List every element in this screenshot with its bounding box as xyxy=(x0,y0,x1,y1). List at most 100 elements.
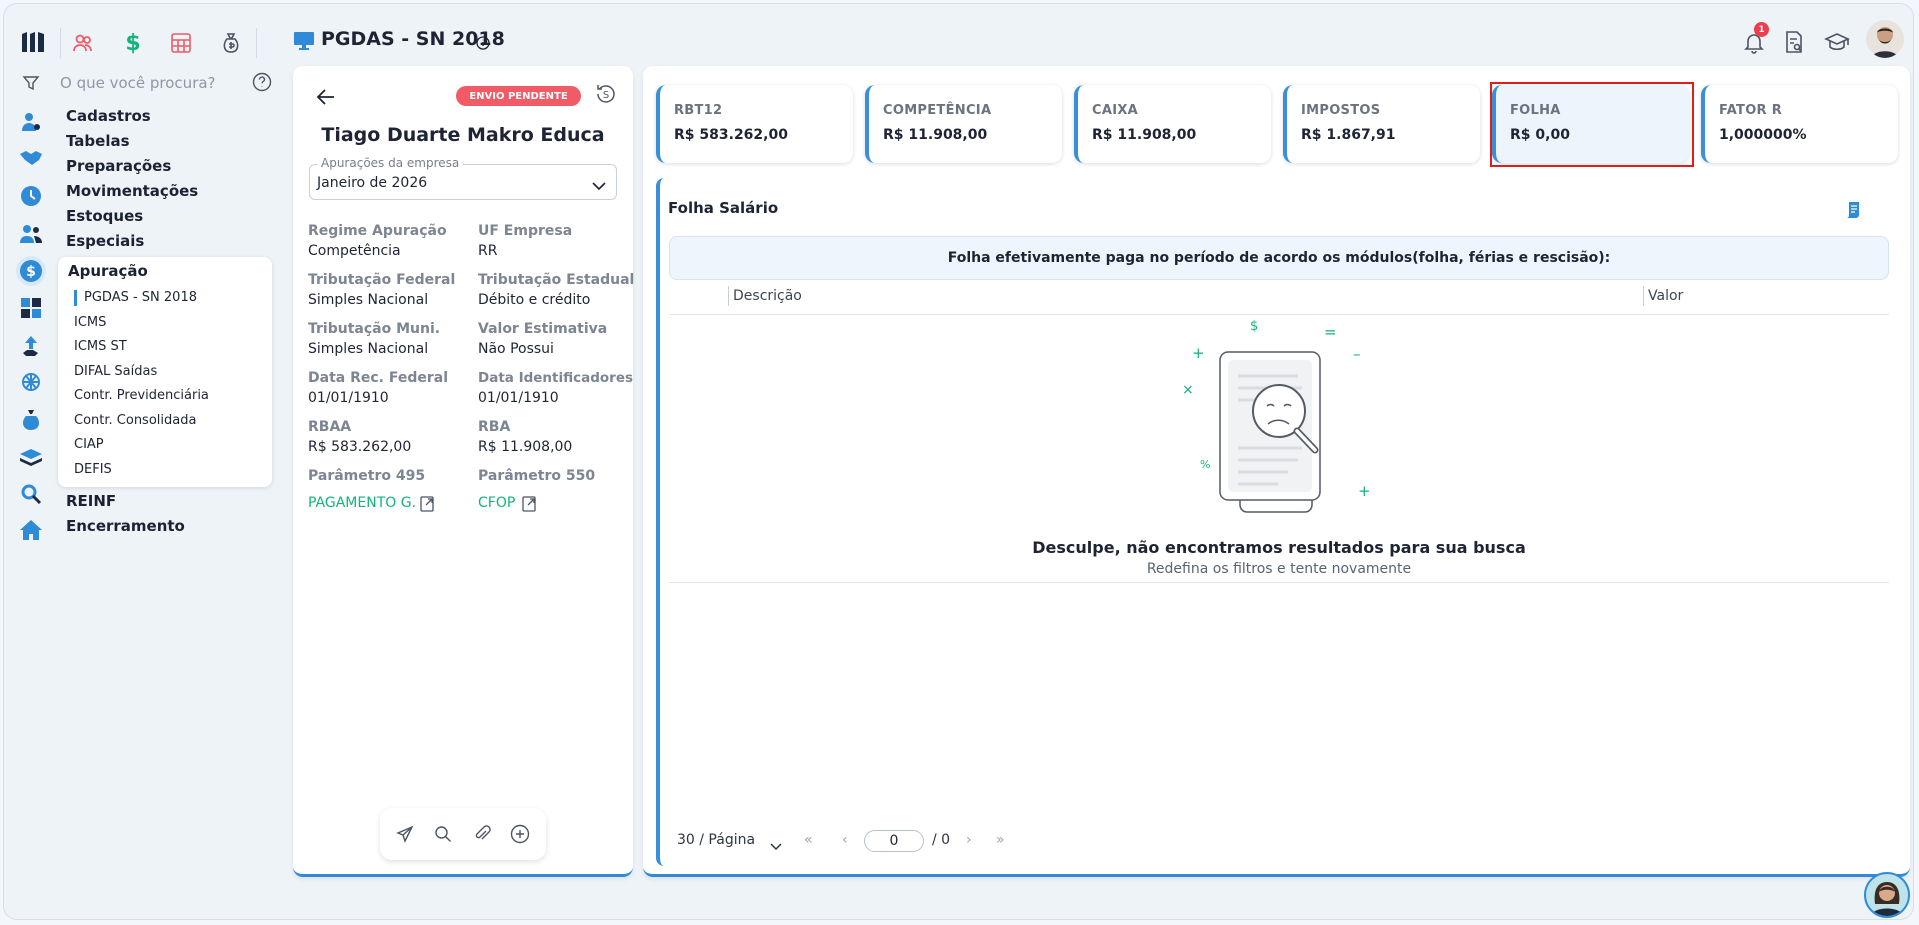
support-avatar[interactable] xyxy=(1864,872,1910,918)
chevron-down-icon[interactable] xyxy=(592,176,606,191)
submenu-icms-st[interactable]: ICMS ST xyxy=(74,339,127,354)
filter-icon[interactable] xyxy=(22,74,40,92)
app-logo[interactable] xyxy=(20,30,46,54)
calculator-icon[interactable] xyxy=(168,30,194,56)
add-circle-icon[interactable] xyxy=(510,824,530,844)
field-value: Não Possui xyxy=(478,341,554,357)
menu-especiais[interactable]: Especiais xyxy=(66,232,144,250)
highlight-box xyxy=(1490,82,1694,167)
help-icon[interactable] xyxy=(252,72,272,92)
divider xyxy=(60,28,61,58)
field-value: 01/01/1910 xyxy=(308,390,389,406)
field-value: Competência xyxy=(308,243,401,259)
kpi-title: RBT12 xyxy=(674,103,723,118)
search-input[interactable]: O que você procura? xyxy=(60,74,216,92)
last-page-icon[interactable]: » xyxy=(996,832,1005,848)
field-value: RR xyxy=(478,243,498,259)
dollar-icon[interactable]: $ xyxy=(120,30,146,56)
paperclip-icon[interactable] xyxy=(473,825,491,843)
search-icon[interactable] xyxy=(434,825,452,843)
page-size-select[interactable]: 30 / Página xyxy=(677,832,755,848)
next-page-icon[interactable]: › xyxy=(966,832,972,848)
svg-text:+: + xyxy=(1192,344,1205,362)
clock-icon[interactable] xyxy=(18,184,44,208)
layers-icon[interactable] xyxy=(18,446,44,470)
menu-preparacoes[interactable]: Preparações xyxy=(66,157,171,175)
grid-calculator-icon[interactable] xyxy=(18,296,44,320)
submenu-pgdas[interactable]: PGDAS - SN 2018 xyxy=(84,290,197,305)
menu-encerramento[interactable]: Encerramento xyxy=(66,517,185,535)
kpi-value: R$ 11.908,00 xyxy=(1092,127,1197,143)
field-value: Débito e crédito xyxy=(478,292,591,308)
money-bag-icon[interactable] xyxy=(18,408,44,432)
menu-estoques[interactable]: Estoques xyxy=(66,207,143,225)
prev-page-icon[interactable]: ‹ xyxy=(842,832,848,848)
info-banner: Folha efetivamente paga no período de ac… xyxy=(669,236,1889,280)
page-number-input[interactable] xyxy=(864,830,924,852)
panel-title: Folha Salário xyxy=(668,199,779,217)
column-valor[interactable]: Valor xyxy=(1648,288,1683,304)
back-arrow-icon[interactable] xyxy=(316,88,336,106)
kpi-caixa[interactable]: CAIXA R$ 11.908,00 xyxy=(1074,85,1271,163)
menu-apuracao[interactable]: Apuração xyxy=(68,262,148,280)
person-icon[interactable] xyxy=(18,110,44,134)
info-icon[interactable] xyxy=(476,35,490,50)
cfop-link[interactable]: CFOP xyxy=(478,495,515,511)
search-icon[interactable] xyxy=(18,482,44,506)
send-icon[interactable] xyxy=(396,825,414,843)
submenu-difal[interactable]: DIFAL Saídas xyxy=(74,364,157,379)
column-descricao[interactable]: Descrição xyxy=(733,288,802,304)
submenu-icms[interactable]: ICMS xyxy=(74,315,106,330)
submenu-ciap[interactable]: CIAP xyxy=(74,437,104,452)
scroll-report-icon[interactable] xyxy=(1846,201,1862,219)
money-bag-icon[interactable] xyxy=(218,30,244,56)
submenu-previdenciaria[interactable]: Contr. Previdenciária xyxy=(74,388,209,403)
group-icon[interactable] xyxy=(18,222,44,246)
kpi-title: IMPOSTOS xyxy=(1301,103,1381,118)
field-label: Data Rec. Federal xyxy=(308,370,449,386)
menu-cadastros[interactable]: Cadastros xyxy=(66,107,151,125)
first-page-icon[interactable]: « xyxy=(804,832,813,848)
kpi-impostos[interactable]: IMPOSTOS R$ 1.867,91 xyxy=(1283,85,1480,163)
submenu-consolidada[interactable]: Contr. Consolidada xyxy=(74,413,196,428)
home-icon[interactable] xyxy=(18,518,44,542)
submenu-defis[interactable]: DEFIS xyxy=(74,462,112,477)
handshake-icon[interactable] xyxy=(18,146,44,170)
document-search-icon[interactable] xyxy=(1783,30,1805,54)
history-dollar-icon[interactable]: S xyxy=(594,82,618,106)
svg-text:%: % xyxy=(1200,458,1210,471)
graduation-cap-icon[interactable] xyxy=(1824,31,1850,53)
menu-reinf[interactable]: REINF xyxy=(66,492,116,510)
svg-text:S: S xyxy=(603,90,609,101)
dollar-circle-icon[interactable]: $ xyxy=(16,256,46,286)
select-value: Janeiro de 2026 xyxy=(317,175,428,191)
network-icon[interactable] xyxy=(18,370,44,394)
pagamento-link[interactable]: PAGAMENTO G. xyxy=(308,495,416,511)
field-value: R$ 11.908,00 xyxy=(478,439,573,455)
kpi-value: 1,000000% xyxy=(1719,127,1807,143)
kpi-title: FATOR R xyxy=(1719,103,1783,118)
field-label: Valor Estimativa xyxy=(478,321,608,337)
field-value: Simples Nacional xyxy=(308,341,429,357)
external-link-icon[interactable] xyxy=(420,494,436,512)
empty-state-subtitle: Redefina os filtros e tente novamente xyxy=(1146,561,1412,577)
field-label: Tributação Federal xyxy=(308,272,456,288)
column-separator xyxy=(728,286,729,306)
external-link-icon[interactable] xyxy=(522,494,538,512)
chevron-down-icon[interactable] xyxy=(770,836,782,851)
menu-tabelas[interactable]: Tabelas xyxy=(66,132,130,150)
menu-movimentacoes[interactable]: Movimentações xyxy=(66,182,198,200)
user-avatar[interactable] xyxy=(1866,20,1904,58)
users-icon[interactable] xyxy=(70,30,96,56)
kpi-rbt12[interactable]: RBT12 R$ 583.262,00 xyxy=(656,85,853,163)
upload-hand-icon[interactable] xyxy=(18,334,44,358)
svg-text:+: + xyxy=(1358,482,1371,500)
field-label: Parâmetro 550 xyxy=(478,468,596,484)
column-separator xyxy=(1643,286,1644,306)
field-label: UF Empresa xyxy=(478,223,573,239)
field-label: Regime Apuração xyxy=(308,223,447,239)
kpi-competencia[interactable]: COMPETÊNCIA R$ 11.908,00 xyxy=(865,85,1062,163)
svg-text:=: = xyxy=(1324,323,1337,341)
kpi-fator-r[interactable]: FATOR R 1,000000% xyxy=(1701,85,1898,163)
kpi-value: R$ 11.908,00 xyxy=(883,127,988,143)
